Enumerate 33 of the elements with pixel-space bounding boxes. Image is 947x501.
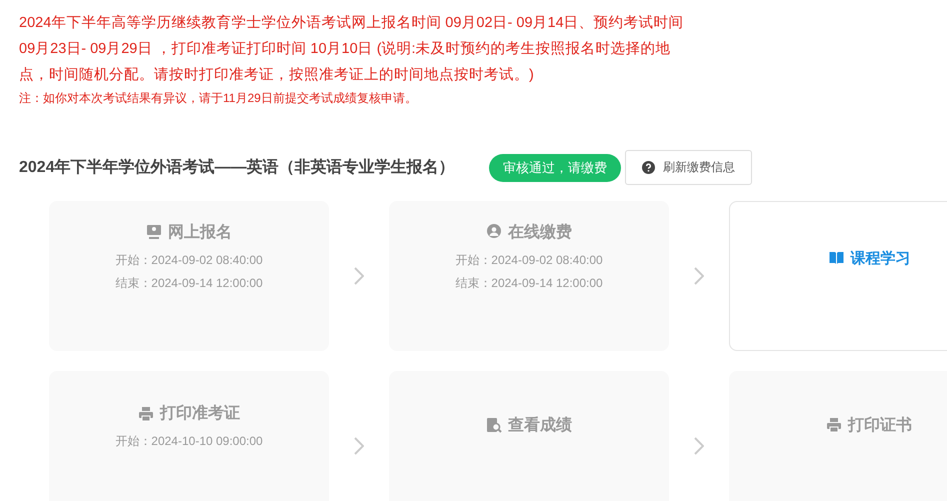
step-card[interactable]: 在线缴费 开始：2024-09-02 08:40:00 结束：2024-09-14 12:00:00 [389,201,669,351]
step-card[interactable]: 课程学习 [729,201,947,351]
step-title: 打印证书 [848,416,912,436]
step-time: 开始：2024-09-02 08:40:00 [115,252,263,268]
notice-text: 2024年下半年高等学历继续教育学士学位外语考试网上报名时间 09月02日- 09月14日、预约考试时间 09月23日- 09月29日 ，打印准考证打印时间 10月10日 (说明:未及时预约的考生按照报名时选择的地点，时间随机分配。请按时打印准考证，按照准考证上的时间地点按时考试。) [19,14,685,85]
step-card[interactable]: 打印证书 [729,371,947,501]
refresh-button[interactable]: 刷新缴费信息 [625,150,752,185]
step-title: 查看成绩 [508,415,572,436]
document-search-icon [486,417,502,433]
exam-title: 2024年下半年学位外语考试——英语（非英语专业学生报名） [19,157,456,178]
step-time: 开始：2024-10-10 09:00:00 [115,433,263,450]
chevron-right-icon [694,437,704,455]
monitor-icon [146,224,162,240]
step-title: 网上报名 [168,222,232,242]
book-icon [828,250,844,266]
step-card[interactable]: 打印准考证 开始：2024-10-10 09:00:00 [49,371,329,501]
step-title: 课程学习 [850,248,910,268]
step-title: 在线缴费 [508,222,572,242]
notice-note: 注：如你对本次考试结果有异议，请于11月29日前提交考试成绩复核申请。 [19,90,418,107]
step-title: 打印准考证 [160,404,240,424]
step-card[interactable]: 查看成绩 [389,371,669,501]
step-time: 开始：2024-09-02 08:40:00 [455,252,603,268]
chevron-right-icon [354,437,364,455]
status-badge: 审核通过，请缴费 [489,154,621,182]
chevron-right-icon [354,267,364,285]
step-card[interactable]: 网上报名 开始：2024-09-02 08:40:00 结束：2024-09-14 12:00:00 [49,201,329,351]
printer-icon [138,406,154,422]
printer-icon [826,417,842,433]
step-time: 结束：2024-09-14 12:00:00 [115,274,263,292]
person-icon [486,224,502,240]
chevron-right-icon [694,267,704,285]
question-icon [642,161,655,174]
step-time: 结束：2024-09-14 12:00:00 [455,274,603,292]
